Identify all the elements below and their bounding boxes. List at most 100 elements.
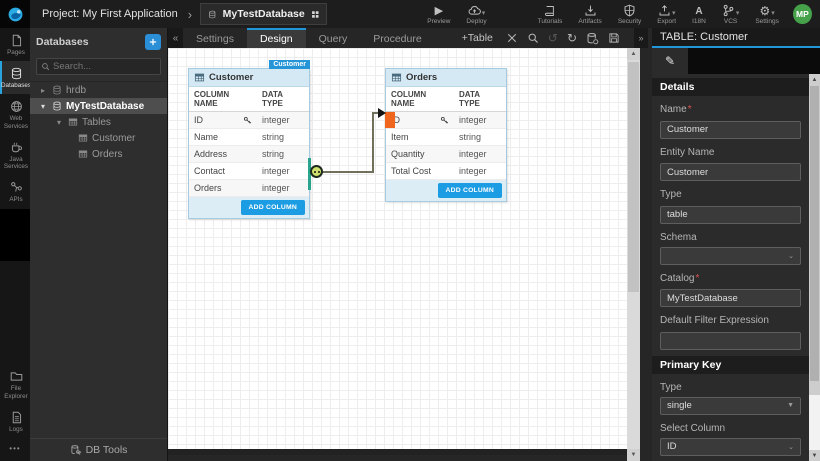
tree-item-tables[interactable]: ▾ Tables: [30, 114, 167, 130]
settings-button[interactable]: ⚙ ▾ Settings: [747, 0, 787, 28]
entity-table-customer[interactable]: Customer Customer COLUMN NAME DATA TYPE …: [188, 68, 310, 219]
tree-item-mytestdatabase[interactable]: ▾ MyTestDatabase: [30, 98, 167, 114]
customer-row-id[interactable]: ID integer: [189, 112, 309, 129]
entity-table-orders[interactable]: Orders COLUMN NAME DATA TYPE ID integer: [385, 68, 507, 202]
field-schema: Schema ⌄: [652, 232, 809, 265]
scrollbar-thumb[interactable]: [628, 62, 639, 292]
details-section-header: Details: [652, 78, 809, 96]
orders-add-column-button[interactable]: ADD COLUMN: [438, 183, 502, 198]
tree-item-orders[interactable]: Orders: [30, 146, 167, 162]
user-avatar[interactable]: MP: [793, 4, 812, 24]
type-input[interactable]: [660, 206, 801, 224]
expand-expanded-icon[interactable]: ▾: [38, 102, 48, 111]
customer-row-address[interactable]: Address string: [189, 146, 309, 163]
project-breadcrumb[interactable]: Project: My First Application: [42, 8, 178, 20]
add-table-button[interactable]: +Table: [462, 32, 493, 44]
inspector-vertical-scrollbar[interactable]: ▲ ▼: [809, 74, 820, 461]
tab-design[interactable]: Design: [247, 28, 306, 48]
deploy-button[interactable]: ▾ Deploy: [458, 0, 494, 28]
inspector-title: TABLE: Customer: [652, 28, 820, 48]
search-icon: [41, 62, 50, 71]
catalog-input[interactable]: [660, 289, 801, 307]
tab-procedure[interactable]: Procedure: [360, 28, 434, 48]
rail-item-logs[interactable]: Logs: [0, 405, 30, 438]
relation-drag-handle[interactable]: [310, 165, 323, 178]
database-search-input[interactable]: [53, 61, 156, 72]
pk-select-column-select[interactable]: ID ⌄: [660, 438, 801, 456]
primary-key-icon: [243, 116, 252, 125]
customer-table-header[interactable]: Customer: [189, 69, 309, 87]
orders-row-total-cost[interactable]: Total Cost integer: [386, 163, 506, 180]
add-database-button[interactable]: [145, 34, 161, 50]
tutorials-button[interactable]: Tutorials: [530, 0, 571, 28]
export-upload-icon: [658, 4, 671, 17]
artifacts-button[interactable]: Artifacts: [570, 0, 609, 28]
delete-button[interactable]: [506, 32, 518, 44]
tab-query[interactable]: Query: [306, 28, 361, 48]
rail-label: File Explorer: [2, 385, 30, 399]
customer-add-column-button[interactable]: ADD COLUMN: [241, 200, 305, 215]
scrollbar-thumb[interactable]: [810, 86, 819, 381]
edit-tab[interactable]: ✎: [652, 48, 688, 74]
security-button[interactable]: Security: [610, 0, 649, 28]
expand-expanded-icon[interactable]: ▾: [54, 118, 64, 127]
customer-row-contact[interactable]: Contact integer: [189, 163, 309, 180]
zoom-search-button[interactable]: [527, 32, 539, 44]
name-input[interactable]: [660, 121, 801, 139]
preview-button[interactable]: ▶ Preview: [419, 0, 458, 28]
i18n-button[interactable]: A I18N: [684, 0, 714, 28]
play-icon: ▶: [435, 6, 443, 17]
wavemaker-logo[interactable]: [0, 0, 30, 28]
orders-row-id[interactable]: ID integer: [386, 112, 506, 129]
relation-target-indicator: [385, 112, 395, 128]
field-pk-type: Type single ▼: [652, 382, 809, 415]
scroll-down-arrow[interactable]: ▼: [809, 450, 820, 461]
scroll-up-arrow[interactable]: ▲: [809, 74, 820, 85]
update-database-button[interactable]: [586, 32, 599, 45]
undo-button[interactable]: ↺: [548, 32, 558, 44]
vcs-button[interactable]: ▾ VCS: [714, 0, 748, 28]
pencil-icon: ✎: [665, 54, 675, 68]
pk-type-select[interactable]: single ▼: [660, 397, 801, 415]
default-filter-input[interactable]: [660, 332, 801, 350]
table-icon: [68, 117, 78, 127]
top-bar: Project: My First Application › MyTestDa…: [0, 0, 820, 28]
asset-tab-mytestdatabase[interactable]: MyTestDatabase: [200, 3, 327, 25]
collapse-panel-button[interactable]: «: [168, 28, 183, 48]
table-icon: [78, 149, 88, 159]
rail-item-file-explorer[interactable]: File Explorer: [0, 364, 30, 404]
db-tools-button[interactable]: DB Tools: [30, 438, 167, 461]
redo-icon: ↻: [567, 32, 577, 44]
orders-row-quantity[interactable]: Quantity integer: [386, 146, 506, 163]
save-button[interactable]: [608, 32, 620, 44]
field-pk-select-column: Select Column ID ⌄: [652, 423, 809, 456]
rail-label: Logs: [9, 426, 23, 433]
customer-row-orders[interactable]: Orders integer: [189, 180, 309, 197]
scroll-up-arrow[interactable]: ▲: [627, 48, 640, 60]
tab-settings[interactable]: Settings: [183, 28, 247, 48]
grid-icon[interactable]: [311, 9, 320, 20]
export-button[interactable]: ▾ Export: [649, 0, 684, 28]
expand-panel-button[interactable]: »: [634, 28, 648, 48]
rail-item-java-services[interactable]: Java Services: [0, 135, 30, 175]
orders-table-header[interactable]: Orders: [386, 69, 506, 87]
orders-column-headers: COLUMN NAME DATA TYPE: [386, 87, 506, 112]
entity-name-input[interactable]: [660, 163, 801, 181]
customer-row-name[interactable]: Name string: [189, 129, 309, 146]
table-icon: [391, 72, 402, 83]
rail-item-apis[interactable]: APIs: [0, 175, 30, 208]
schema-canvas[interactable]: Customer Customer COLUMN NAME DATA TYPE …: [168, 48, 627, 455]
redo-button[interactable]: ↻: [567, 32, 577, 44]
orders-row-item[interactable]: Item string: [386, 129, 506, 146]
schema-select[interactable]: ⌄: [660, 247, 801, 265]
tree-item-hrdb[interactable]: ▸ hrdb: [30, 82, 167, 98]
rail-item-web-services[interactable]: Web Services: [0, 94, 30, 134]
canvas-vertical-scrollbar[interactable]: ▲ ▼: [627, 48, 640, 461]
rail-item-databases[interactable]: Databases: [0, 61, 30, 94]
expand-collapsed-icon[interactable]: ▸: [38, 86, 48, 95]
tree-item-customer[interactable]: Customer: [30, 130, 167, 146]
primary-key-icon: [440, 116, 449, 125]
scroll-down-arrow[interactable]: ▼: [627, 449, 640, 461]
more-options-icon[interactable]: •••: [0, 438, 30, 461]
rail-item-pages[interactable]: Pages: [0, 28, 30, 61]
